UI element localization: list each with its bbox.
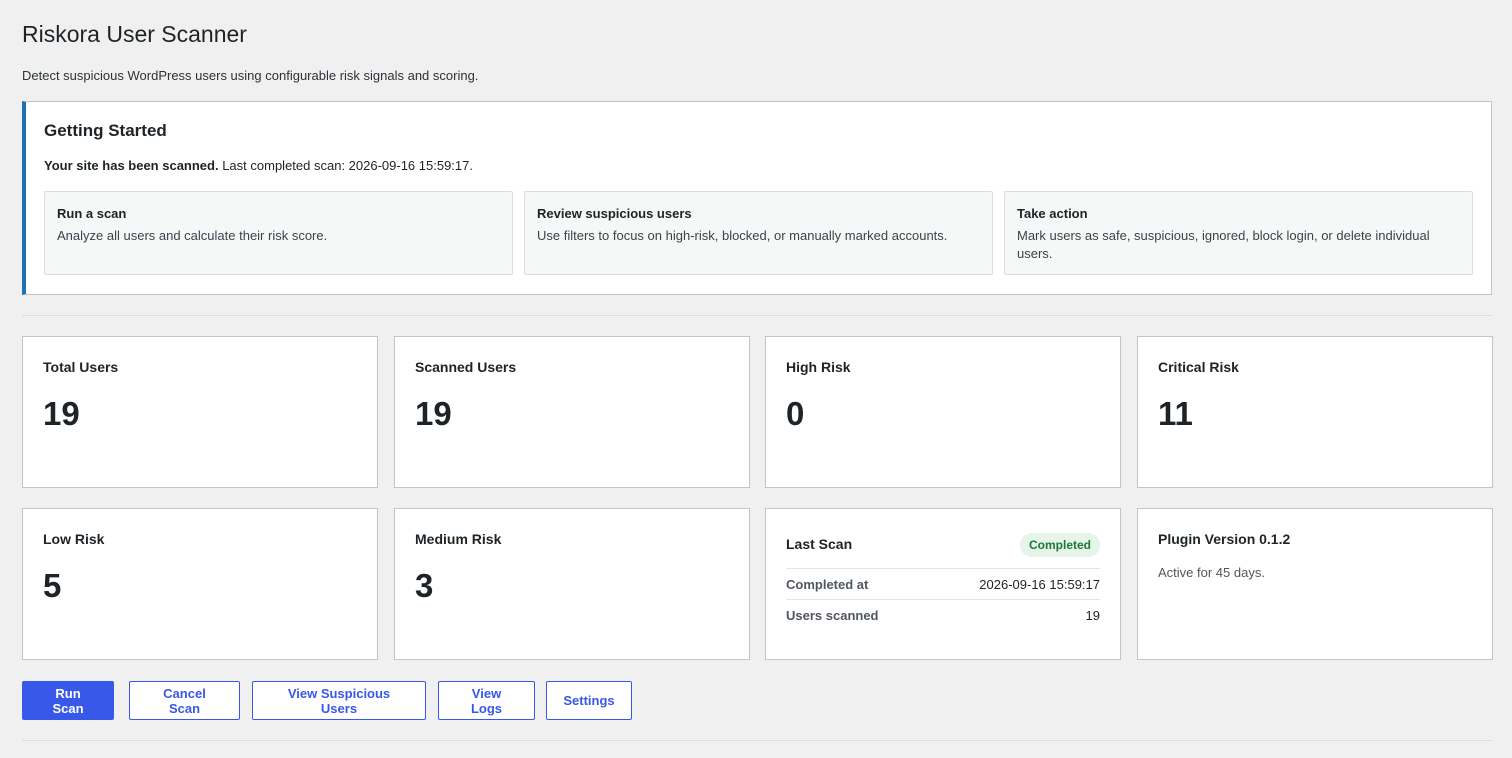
stat-value: 19 (415, 395, 452, 432)
scan-status-bold: Your site has been scanned. (44, 158, 219, 173)
view-suspicious-users-button[interactable]: View Suspicious Users (252, 681, 426, 720)
stat-label: Medium Risk (415, 531, 502, 547)
getting-started-notice: Getting Started Your site has been scann… (22, 101, 1492, 295)
stat-label: Scanned Users (415, 359, 517, 375)
step-title: Take action (1017, 206, 1088, 221)
status-badge: Completed (1019, 533, 1100, 557)
run-scan-button[interactable]: Run Scan (22, 681, 114, 720)
stat-card-total-users: Total Users 19 (22, 336, 378, 488)
last-scan-title: Last Scan (786, 536, 853, 552)
step-text: Mark users as safe, suspicious, ignored,… (1017, 228, 1430, 261)
scan-row-key: Users scanned (786, 608, 879, 623)
step-text: Use filters to focus on high-risk, block… (537, 228, 948, 243)
scan-status-text: Last completed scan: 2026-09-16 15:59:17… (218, 158, 473, 173)
scan-row-key: Completed at (786, 577, 869, 592)
divider (22, 315, 1492, 316)
stat-card-critical-risk: Critical Risk 11 (1137, 336, 1493, 488)
last-scan-header: Last Scan Completed (786, 533, 1100, 557)
cancel-scan-button[interactable]: Cancel Scan (129, 681, 240, 720)
getting-started-title: Getting Started (44, 121, 167, 140)
plugin-active-text: Active for 45 days. (1158, 565, 1265, 580)
scan-row-users-scanned: Users scanned 19 (786, 599, 1100, 630)
stat-value: 3 (415, 567, 434, 604)
step-title: Run a scan (57, 206, 127, 221)
divider (22, 740, 1492, 741)
stat-value: 11 (1158, 395, 1193, 432)
page-description: Detect suspicious WordPress users using … (22, 68, 479, 83)
stat-label: Critical Risk (1158, 359, 1239, 375)
stat-label: Total Users (43, 359, 119, 375)
step-review-users: Review suspicious users Use filters to f… (524, 191, 993, 275)
stat-card-high-risk: High Risk 0 (765, 336, 1121, 488)
scan-row-value: 2026-09-16 15:59:17 (979, 577, 1100, 592)
page-title: Riskora User Scanner (22, 21, 247, 47)
stat-card-medium-risk: Medium Risk 3 (394, 508, 750, 660)
stat-card-low-risk: Low Risk 5 (22, 508, 378, 660)
step-take-action: Take action Mark users as safe, suspicio… (1004, 191, 1473, 275)
stat-value: 0 (786, 395, 805, 432)
plugin-version-title: Plugin Version 0.1.2 (1158, 531, 1291, 547)
scan-status-line: Your site has been scanned. Last complet… (44, 158, 473, 173)
scan-row-value: 19 (1085, 608, 1100, 623)
stat-card-scanned-users: Scanned Users 19 (394, 336, 750, 488)
step-run-scan: Run a scan Analyze all users and calcula… (44, 191, 513, 275)
scan-row-completed-at: Completed at 2026-09-16 15:59:17 (786, 568, 1100, 599)
stat-value: 5 (43, 567, 62, 604)
plugin-version-card: Plugin Version 0.1.2 Active for 45 days. (1137, 508, 1493, 660)
settings-button[interactable]: Settings (546, 681, 632, 720)
stat-label: Low Risk (43, 531, 105, 547)
last-scan-card: Last Scan Completed Completed at 2026-09… (765, 508, 1121, 660)
view-logs-button[interactable]: View Logs (438, 681, 535, 720)
stat-label: High Risk (786, 359, 851, 375)
step-title: Review suspicious users (537, 206, 692, 221)
stat-value: 19 (43, 395, 80, 432)
step-text: Analyze all users and calculate their ri… (57, 228, 328, 243)
